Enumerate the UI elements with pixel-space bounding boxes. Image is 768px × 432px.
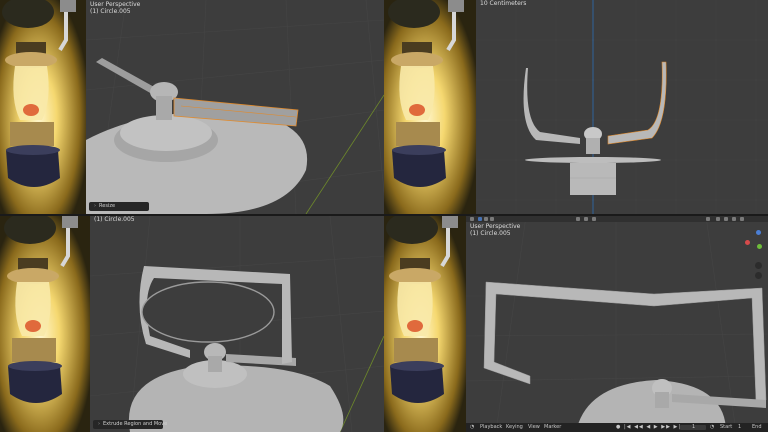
select-box-icon[interactable] <box>484 217 488 221</box>
quadrant-bottom-left: (1) Circle.005 › Extrude Region and Move <box>0 216 384 432</box>
current-frame-value: 1 <box>692 424 696 430</box>
transform-pivot-icon[interactable] <box>576 217 580 221</box>
timeline-menu-view[interactable]: View <box>528 423 540 432</box>
object-name-label: (1) Circle.005 <box>90 8 131 15</box>
viewport-header <box>466 216 768 222</box>
view-name-label: User Perspective <box>90 1 141 8</box>
clock-icon[interactable]: ◔ <box>710 423 714 432</box>
zoom-icon[interactable] <box>755 262 762 269</box>
end-frame-label: End <box>752 424 762 430</box>
select-lasso-icon[interactable] <box>490 217 494 221</box>
view-name-label: User Perspective <box>470 223 521 230</box>
lamp-reference-image <box>0 216 90 432</box>
editor-type-icon[interactable] <box>470 217 474 221</box>
quadrant-bottom-right: User Perspective (1) Circle.005 ◔ Playba… <box>384 216 768 432</box>
lamp-reference-image <box>384 216 466 432</box>
quadrant-top-right: 10 Centimeters <box>384 0 768 214</box>
proportional-edit-icon[interactable] <box>592 217 596 221</box>
viewport-3d[interactable]: (1) Circle.005 › Extrude Region and Move <box>90 216 384 432</box>
shading-solid-icon[interactable] <box>724 217 728 221</box>
viewport-3d[interactable]: User Perspective (1) Circle.005 ◔ Playba… <box>466 216 768 432</box>
shading-rendered-icon[interactable] <box>740 217 744 221</box>
grid-scale-label: 10 Centimeters <box>480 0 527 7</box>
timeline-menu-playback[interactable]: Playback <box>480 423 502 432</box>
operator-panel[interactable]: › Extrude Region and Move <box>93 420 167 429</box>
screenshot-grid: User Perspective (1) Circle.005 ›Resize <box>0 0 768 432</box>
start-frame-label: Start <box>720 424 733 430</box>
object-name-label: (1) Circle.005 <box>94 216 135 223</box>
object-name-label: (1) Circle.005 <box>470 230 511 237</box>
chevron-right-icon: › <box>98 421 100 427</box>
clock-icon[interactable]: ◔ <box>470 423 474 432</box>
timeline-bar: ◔ Playback Keying View Marker ● |◀ ◀◀ ◀ … <box>466 423 768 432</box>
snap-icon[interactable] <box>584 217 588 221</box>
overlays-icon[interactable] <box>706 217 710 221</box>
start-frame-value[interactable]: 1 <box>738 423 741 432</box>
timeline-menu-keying[interactable]: Keying <box>506 423 523 432</box>
lamp-reference-image <box>384 0 476 214</box>
gizmo-y-icon[interactable] <box>757 244 762 249</box>
xray-icon[interactable] <box>716 217 720 221</box>
gizmo-x-icon[interactable] <box>745 240 750 245</box>
viewport-ortho[interactable]: 10 Centimeters <box>476 0 768 214</box>
pan-icon[interactable] <box>755 272 762 279</box>
operator-label: Extrude Region and Move <box>103 421 168 427</box>
quadrant-top-left: User Perspective (1) Circle.005 › Resize <box>0 0 384 214</box>
gizmo-z-icon[interactable] <box>756 230 761 235</box>
play-controls-icon[interactable]: ● |◀ ◀◀ ◀ ▶ ▶▶ ▶| <box>616 423 681 432</box>
timeline-menu-marker[interactable]: Marker <box>544 423 561 432</box>
chevron-right-icon: › <box>94 203 96 209</box>
viewport-3d[interactable]: User Perspective (1) Circle.005 › Resize <box>86 0 384 214</box>
lamp-reference-image <box>0 0 86 214</box>
operator-panel[interactable]: › Resize <box>89 202 149 211</box>
shading-material-icon[interactable] <box>732 217 736 221</box>
select-mode-icon[interactable] <box>478 217 482 221</box>
axis-gizmo-icon[interactable] <box>744 230 764 256</box>
operator-label: Resize <box>99 203 116 209</box>
